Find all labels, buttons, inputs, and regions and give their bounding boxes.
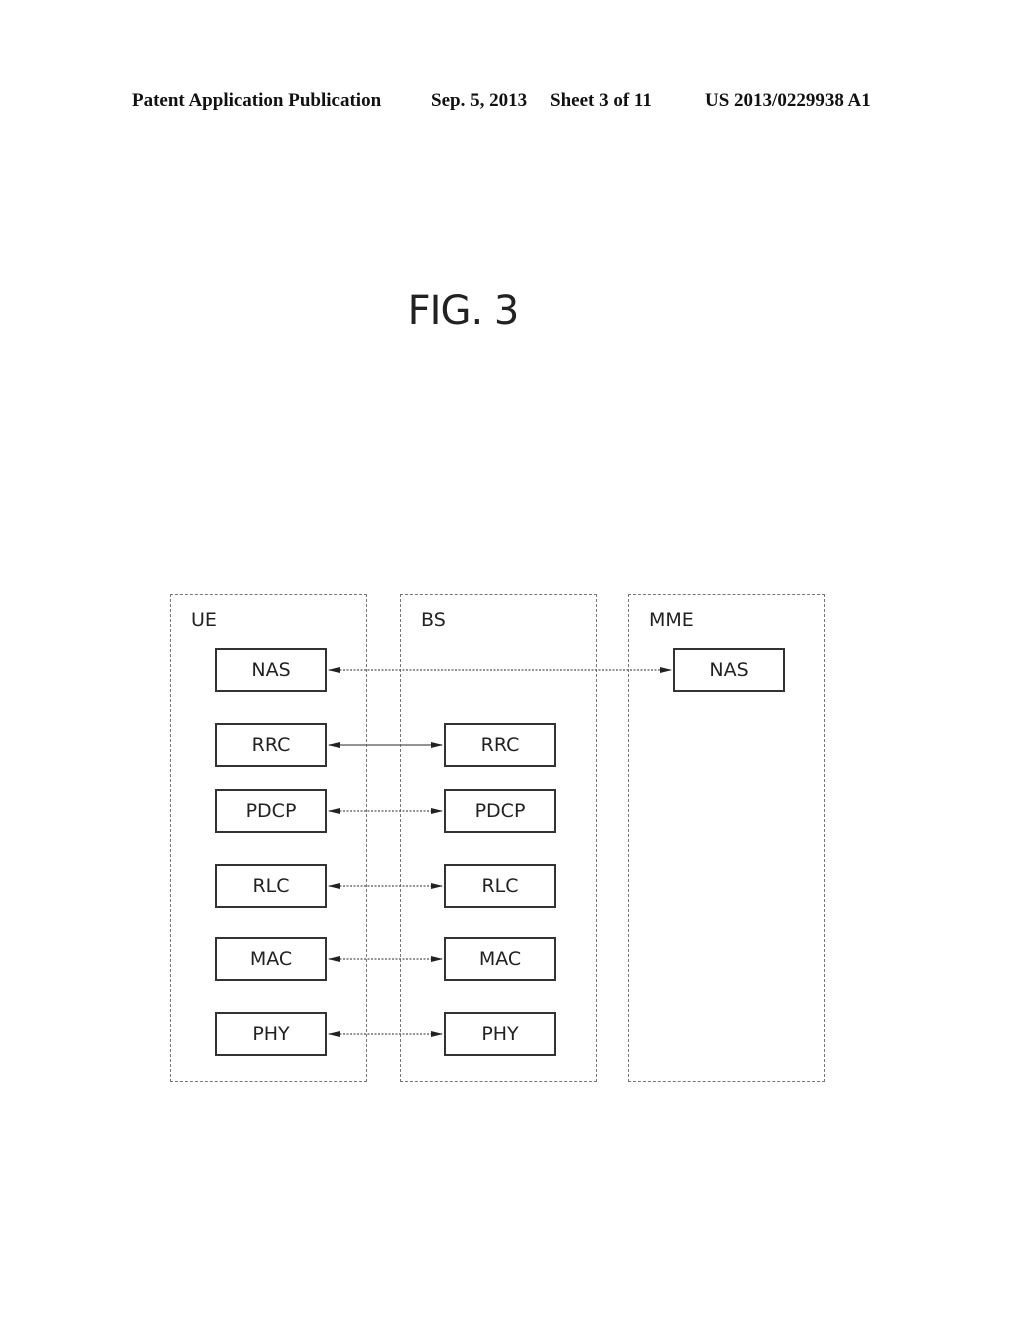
ue-rrc-box: RRC bbox=[215, 723, 327, 767]
bs-phy-box: PHY bbox=[444, 1012, 556, 1056]
bs-rlc-box: RLC bbox=[444, 864, 556, 908]
bs-rrc-box: RRC bbox=[444, 723, 556, 767]
ue-phy-box: PHY bbox=[215, 1012, 327, 1056]
ue-rlc-box: RLC bbox=[215, 864, 327, 908]
bs-pdcp-box: PDCP bbox=[444, 789, 556, 833]
links-layer bbox=[328, 667, 672, 1037]
ue-mac-box: MAC bbox=[215, 937, 327, 981]
bs-mac-box: MAC bbox=[444, 937, 556, 981]
ue-pdcp-box: PDCP bbox=[215, 789, 327, 833]
ue-nas-box: NAS bbox=[215, 648, 327, 692]
mme-nas-box: NAS bbox=[673, 648, 785, 692]
